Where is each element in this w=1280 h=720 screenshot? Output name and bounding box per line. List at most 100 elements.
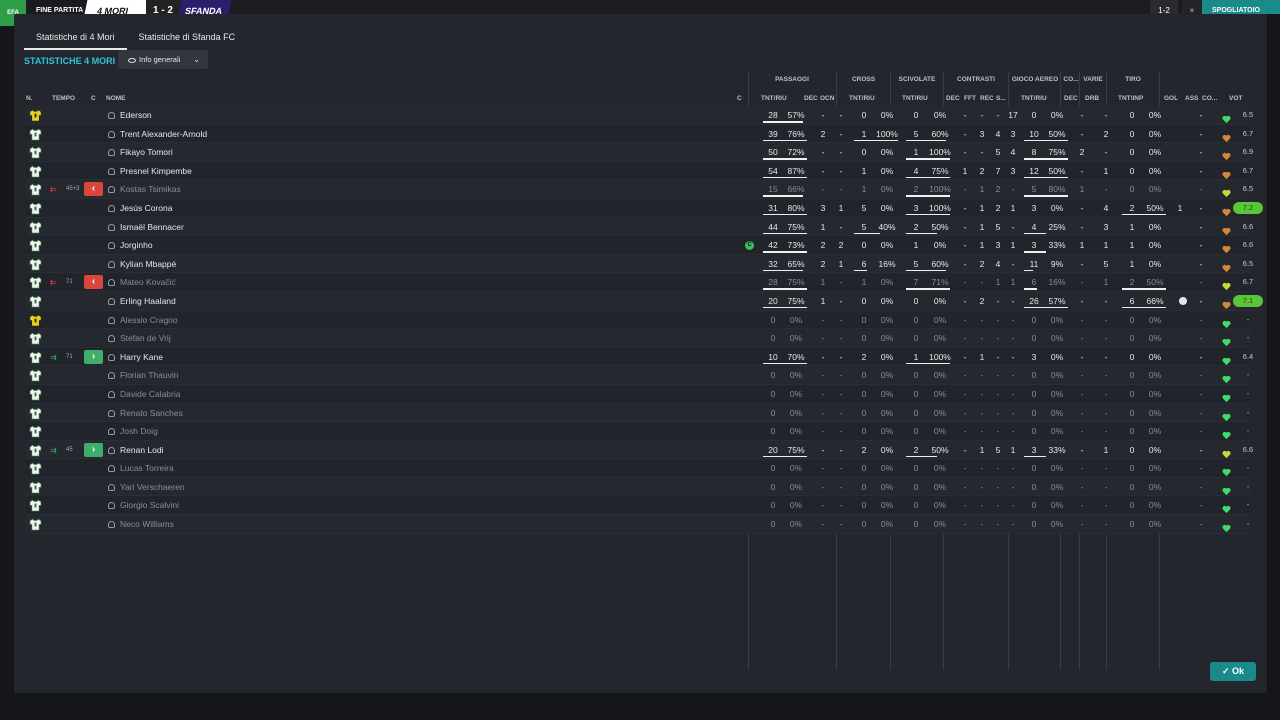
player-profile-icon[interactable] xyxy=(108,390,115,398)
tab-away-stats[interactable]: Statistiche di Sfanda FC xyxy=(127,28,248,50)
player-profile-icon[interactable] xyxy=(108,483,115,491)
player-name[interactable]: Ederson xyxy=(120,106,152,125)
player-name[interactable]: Florian Thauvin xyxy=(120,366,178,385)
player-profile-icon[interactable] xyxy=(108,502,115,510)
player-row[interactable]: Alessio Cragno 0 0% - -0 0% 0 0% - - - -0 0% - -0 0% - - xyxy=(26,310,1250,330)
col-tempo[interactable]: TEMPO xyxy=(52,95,75,102)
player-row[interactable]: Yari Verschaeren 0 0% - -0 0% 0 0% - - - -0 0% - -0 0% -… xyxy=(26,477,1250,497)
col-pass-dec[interactable]: DEC xyxy=(804,95,818,102)
player-name[interactable]: Mateo Kovačić xyxy=(120,273,176,292)
player-row[interactable]: Neco Williams 0 0% - -0 0% 0 0% - - - -0 0% - -0 0% - - xyxy=(26,515,1250,534)
col-sciv-tnt[interactable]: TNT/RIU xyxy=(902,95,928,102)
tab-home-stats[interactable]: Statistiche di 4 Mori xyxy=(24,28,127,50)
col-gol[interactable]: GOL xyxy=(1164,95,1178,102)
col-con-fft[interactable]: FFT xyxy=(964,95,976,102)
view-dropdown[interactable]: Info generali ⌄ xyxy=(118,50,208,69)
player-row[interactable]: ⇉ 45 › Renan Lodi 20 75% - -2 0% 2 50% -1 5 1 3 33% -1 0 0… xyxy=(26,440,1253,460)
player-profile-icon[interactable] xyxy=(108,409,115,417)
player-row[interactable]: Giorgio Scalvini 0 0% - -0 0% 0 0% - - - -0 0% - -0 0% -… xyxy=(26,496,1250,516)
player-profile-icon[interactable] xyxy=(108,297,115,305)
player-name[interactable]: Josh Doig xyxy=(120,422,158,441)
player-profile-icon[interactable] xyxy=(108,353,115,361)
player-row[interactable]: Fikayo Tomori 50 72% - -0 0% 1 100% - -5 4 8 75% 2-0 0… xyxy=(26,143,1253,162)
player-row[interactable]: Lucas Torreira 0 0% - -0 0% 0 0% - - - -0 0% - -0 0% - - xyxy=(26,459,1250,478)
player-row[interactable]: ⇉ 71 › Harry Kane 10 70% - -2 0% 1 100% -1- -3 0% - -0 0… xyxy=(26,347,1253,367)
player-profile-icon[interactable] xyxy=(108,223,115,231)
col-nome[interactable]: NOME xyxy=(106,95,126,102)
player-profile-icon[interactable] xyxy=(108,335,115,343)
player-row[interactable]: Kylian Mbappé 32 65% 2 1 6 16% 5 60% -2 4-11 9% -5 1 0… xyxy=(26,254,1253,274)
player-name[interactable]: Renan Lodi xyxy=(120,441,163,460)
col-varie-drb[interactable]: DRB xyxy=(1085,95,1099,102)
player-profile-icon[interactable] xyxy=(108,167,115,175)
player-row[interactable]: Jesús Corona 31 80% 3 1 5 0% 3 100% -1 2 1 3 0% -4 2 50%… xyxy=(26,198,1263,218)
player-profile-icon[interactable] xyxy=(108,521,115,529)
col-aereo-tnt[interactable]: TNT/RIU xyxy=(1021,95,1047,102)
col-co2[interactable]: CO... xyxy=(1202,95,1217,102)
player-name[interactable]: Stefan de Vrij xyxy=(120,329,171,348)
col-captain[interactable]: C xyxy=(737,95,742,102)
player-name[interactable]: Neco Williams xyxy=(120,515,174,534)
col-vot[interactable]: VOT xyxy=(1229,95,1242,102)
col-pass-tnt[interactable]: TNT/RIU xyxy=(761,95,787,102)
player-row[interactable]: Erling Haaland 20 75% 1-0 0% 0 0% -2- -26 57% - -6 6… xyxy=(26,291,1263,311)
ok-button[interactable]: ✓ Ok xyxy=(1210,662,1256,681)
player-profile-icon[interactable] xyxy=(108,446,115,454)
outfield-shirt-icon xyxy=(29,183,42,196)
player-name[interactable]: Erling Haaland xyxy=(120,292,176,311)
player-profile-icon[interactable] xyxy=(108,316,115,324)
col-con-rec[interactable]: REC xyxy=(980,95,994,102)
player-profile-icon[interactable] xyxy=(108,279,115,287)
player-name[interactable]: Ismaël Bennacer xyxy=(120,218,184,237)
player-name[interactable]: Trent Alexander-Arnold xyxy=(120,125,207,144)
player-row[interactable]: Renato Sanches 0 0% - -0 0% 0 0% - - - -0 0% - -0 0% - - xyxy=(26,403,1250,423)
player-row[interactable]: Josh Doig 0 0% - -0 0% 0 0% - - - -0 0% - -0 0% - - xyxy=(26,422,1250,441)
dressing-room-button[interactable]: SPOGLIATOIO xyxy=(1202,0,1280,14)
player-profile-icon[interactable] xyxy=(108,186,115,194)
player-profile-icon[interactable] xyxy=(108,149,115,157)
col-tiro-tnt[interactable]: TNT\INP xyxy=(1118,95,1143,102)
player-profile-icon[interactable] xyxy=(108,465,115,473)
player-row[interactable]: ⇇ 71 ‹ Mateo Kovačić 28 75% 1-1 0% 7 71% - -1 1 6 16% -… xyxy=(26,273,1253,292)
player-name[interactable]: Presnel Kimpembe xyxy=(120,162,192,181)
player-row[interactable]: Presnel Kimpembe 54 87% - -1 0% 4 75% 1 2 7 3 12 50% -… xyxy=(26,161,1253,181)
col-n[interactable]: N. xyxy=(26,95,33,102)
player-profile-icon[interactable] xyxy=(108,260,115,268)
col-c[interactable]: C xyxy=(91,95,96,102)
col-con-s[interactable]: S... xyxy=(996,95,1006,102)
player-name[interactable]: Yari Verschaeren xyxy=(120,478,185,497)
player-name[interactable]: Jesús Corona xyxy=(120,199,172,218)
player-profile-icon[interactable] xyxy=(108,428,115,436)
player-profile-icon[interactable] xyxy=(108,130,115,138)
col-pass-ocn[interactable]: OCN xyxy=(820,95,834,102)
topbar-close-icon[interactable]: × xyxy=(1182,0,1202,15)
player-name[interactable]: Harry Kane xyxy=(120,348,163,367)
pass-attempts: 0 xyxy=(770,463,776,474)
col-co-dec[interactable]: DEC xyxy=(1064,95,1078,102)
player-row[interactable]: Ederson 28 57% - -0 0% 0 0% - - -17 0 0% - -0 0% -6.5 xyxy=(26,106,1253,125)
player-profile-icon[interactable] xyxy=(108,112,115,119)
player-name[interactable]: Lucas Torreira xyxy=(120,459,174,478)
player-name[interactable]: Jorginho xyxy=(120,236,153,255)
col-con-dec[interactable]: DEC xyxy=(946,95,960,102)
player-row[interactable]: Ismaël Bennacer 44 75% 1-5 40% 2 50% -1 5-4 25% -3… xyxy=(26,217,1253,237)
player-name[interactable]: Davide Calabria xyxy=(120,385,180,404)
col-ass[interactable]: ASS xyxy=(1185,95,1198,102)
player-row[interactable]: Jorginho C 42 73% 2 2 0 0% 1 0% -1 3 1 3 33% 1 1 1 0% -6.6 xyxy=(26,236,1253,255)
player-name[interactable]: Giorgio Scalvini xyxy=(120,496,179,515)
player-row[interactable]: Stefan de Vrij 0 0% - -0 0% 0 0% - - - -0 0% - -0 0% - - xyxy=(26,329,1250,348)
player-row[interactable]: Florian Thauvin 0 0% - -0 0% 0 0% - - - -0 0% - -0 0% - - xyxy=(26,366,1250,385)
player-profile-icon[interactable] xyxy=(108,242,115,250)
player-profile-icon[interactable] xyxy=(108,372,115,380)
player-name[interactable]: Fikayo Tomori xyxy=(120,143,173,162)
player-row[interactable]: ⇇ 45+3 ‹ Kostas Tsimikas 15 66% - -1 0% 2 100% -1 2-… xyxy=(26,180,1253,199)
player-name[interactable]: Alessio Cragno xyxy=(120,311,178,330)
player-row[interactable]: Trent Alexander-Arnold 39 76% 2-1 100% 5 60% -3… xyxy=(26,124,1253,144)
col-cross-tnt[interactable]: TNT/RIU xyxy=(849,95,875,102)
player-profile-icon[interactable] xyxy=(108,204,115,212)
player-name[interactable]: Renato Sanches xyxy=(120,404,183,423)
player-row[interactable]: Davide Calabria 0 0% - -0 0% 0 0% - - - -0 0% - -0 0% - - xyxy=(26,384,1250,404)
aerial-percent: 0% xyxy=(1050,407,1064,418)
player-name[interactable]: Kylian Mbappé xyxy=(120,255,176,274)
player-name[interactable]: Kostas Tsimikas xyxy=(120,180,181,199)
